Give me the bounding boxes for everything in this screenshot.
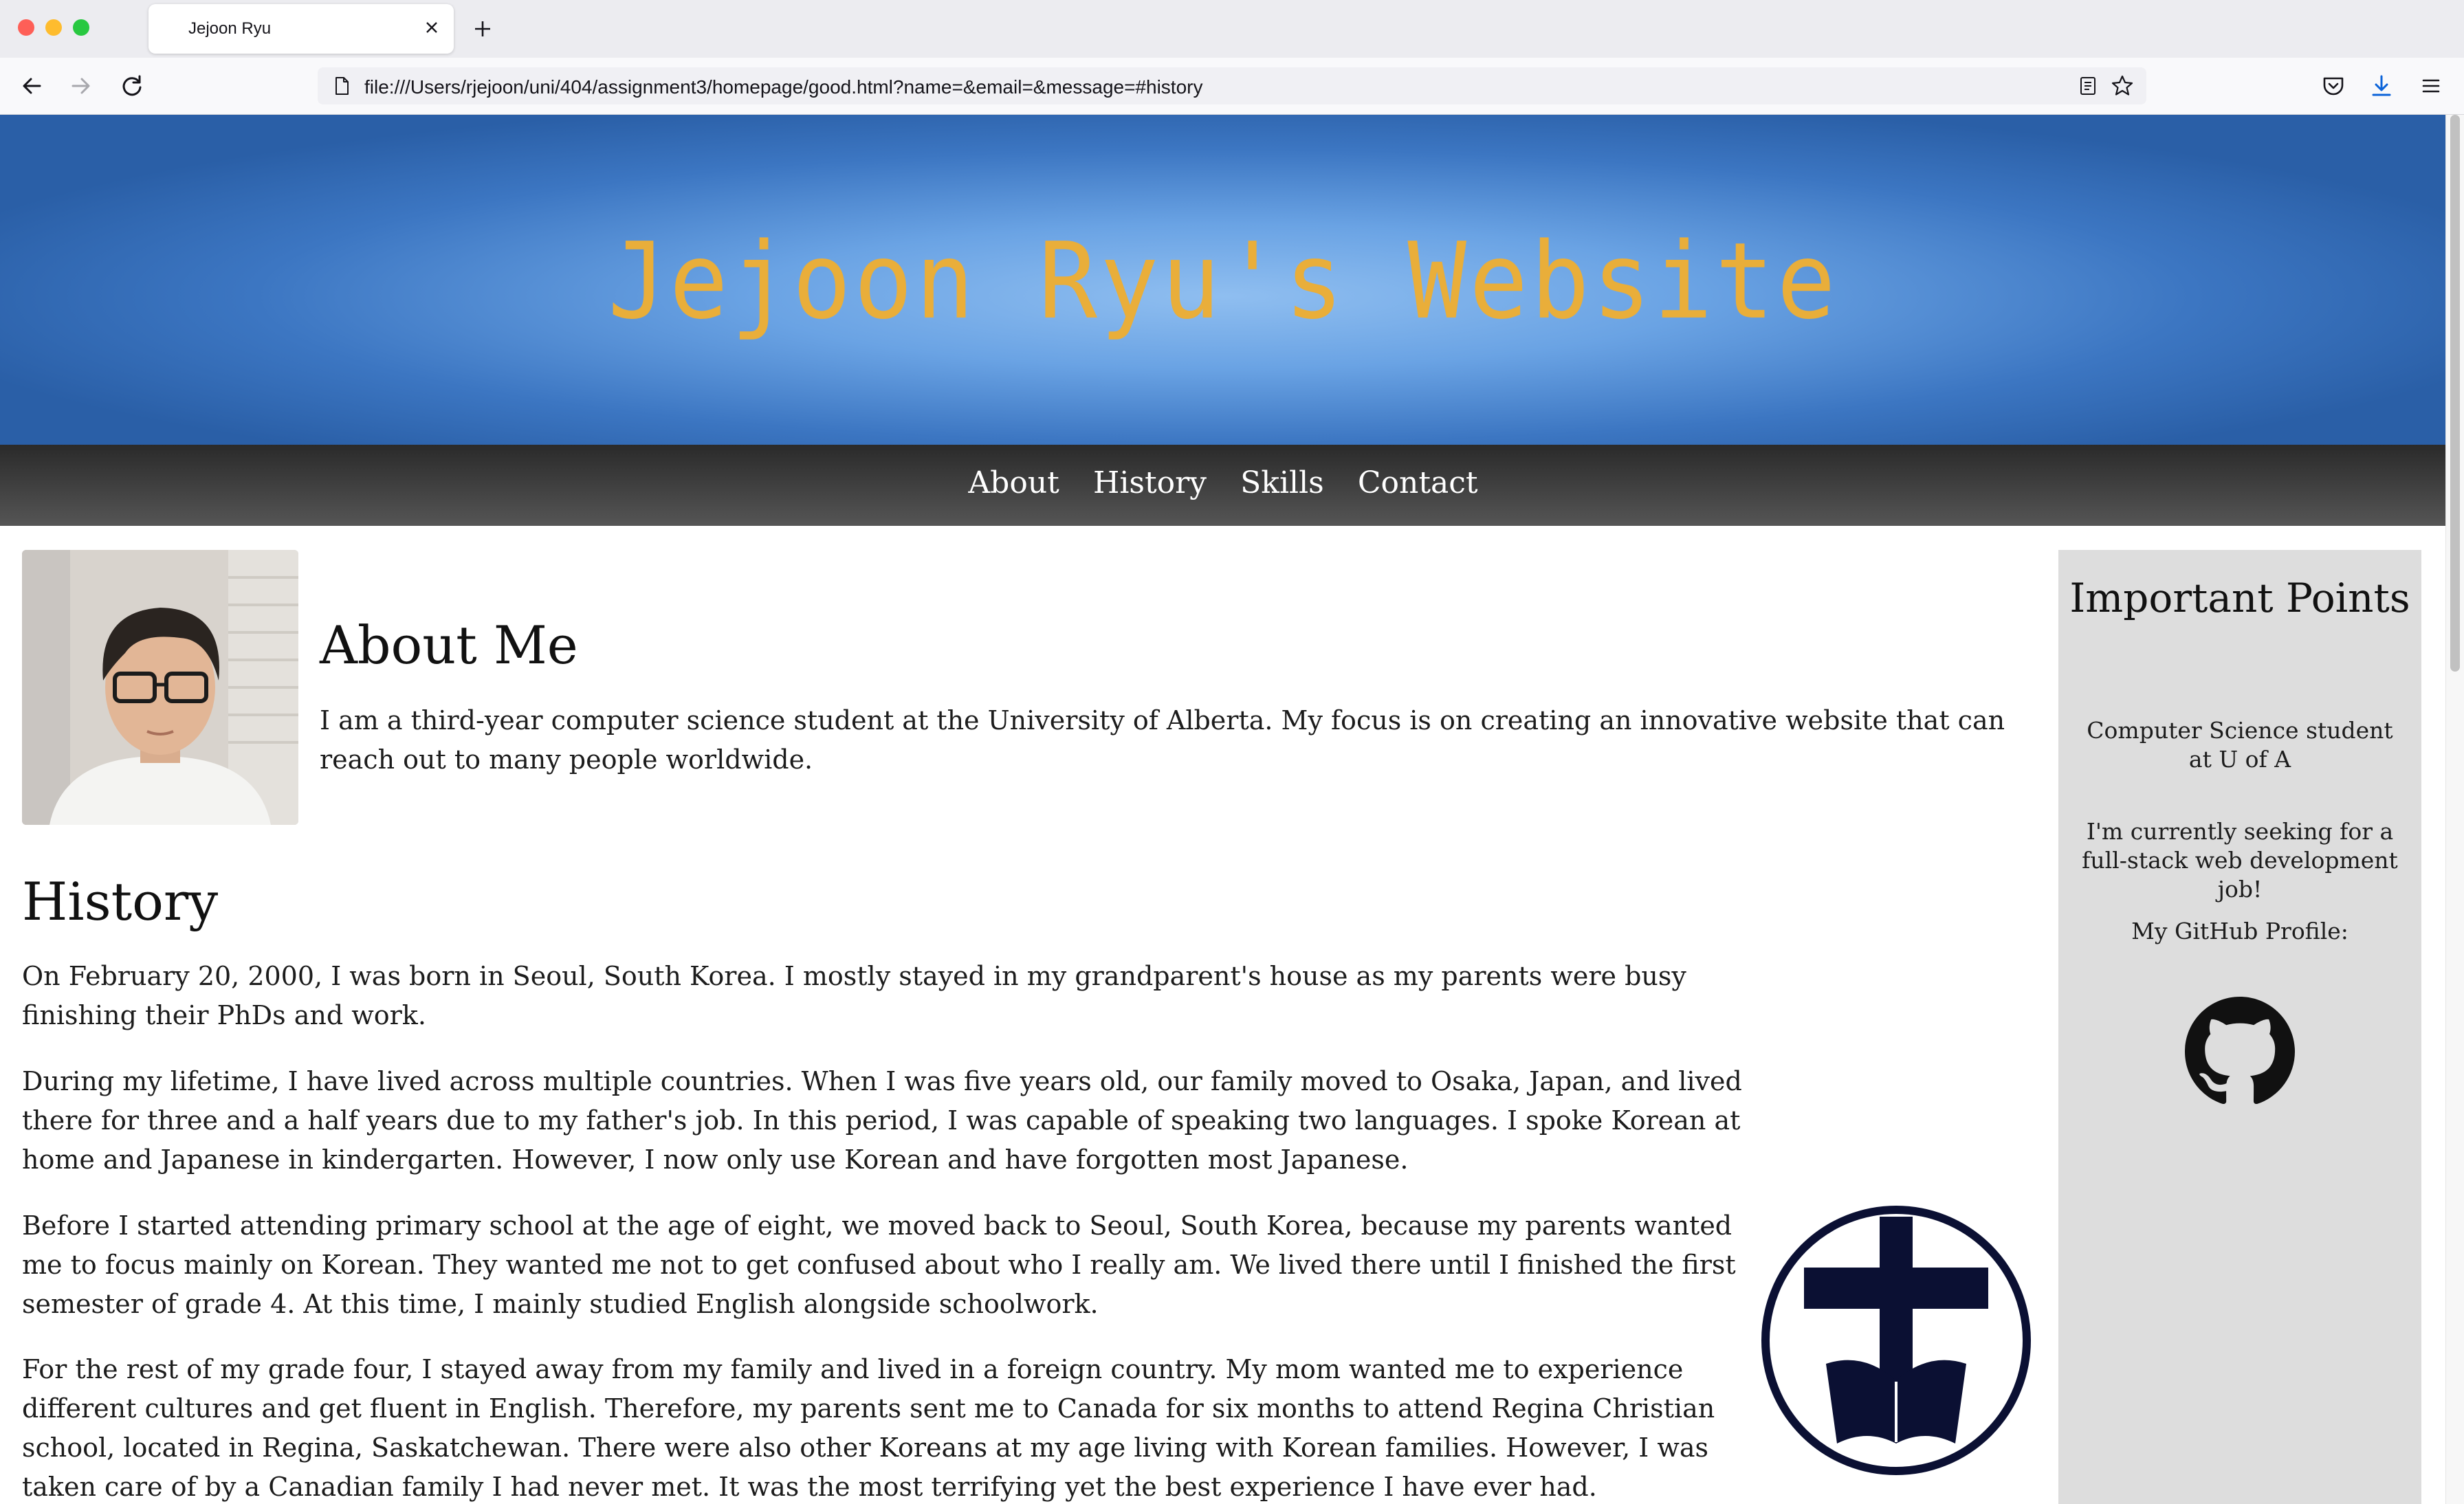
url-bar[interactable]: file:///Users/rjejoon/uni/404/assignment…: [318, 67, 2146, 104]
browser-tab-bar: Jejoon Ryu: [0, 0, 2464, 58]
site-header-banner: Jejoon Ryu's Website: [0, 115, 2446, 445]
back-arrow-icon[interactable]: [18, 72, 45, 100]
site-nav-bar: About History Skills Contact: [0, 445, 2446, 526]
window-maximize-button[interactable]: [73, 19, 89, 36]
browser-nav-bar: file:///Users/rjejoon/uni/404/assignment…: [0, 58, 2464, 115]
reload-icon[interactable]: [118, 72, 146, 100]
window-minimize-button[interactable]: [45, 19, 62, 36]
reader-view-icon[interactable]: [2078, 76, 2098, 96]
sidebar-point: Computer Science student at U of A: [2087, 717, 2393, 773]
profile-photo: [22, 550, 298, 825]
history-paragraph: For the rest of my grade four, I stayed …: [22, 1354, 1715, 1502]
history-paragraph: Before I started attending primary schoo…: [22, 1210, 1736, 1319]
sidebar-title: Important Points: [2069, 575, 2410, 621]
history-heading: History: [22, 871, 219, 932]
github-profile-label: My GitHub Profile:: [2131, 918, 2348, 944]
history-paragraph: During my lifetime, I have lived across …: [22, 1066, 1742, 1175]
sidebar-point: I'm currently seeking for a full-stack w…: [2082, 818, 2398, 903]
download-icon[interactable]: [2368, 72, 2395, 100]
page-viewport: Jejoon Ryu's Website About History Skill…: [0, 115, 2464, 1504]
history-paragraph: On February 20, 2000, I was born in Seou…: [22, 961, 1686, 1030]
scrollbar-thumb[interactable]: [2450, 115, 2460, 672]
school-logo-image: [1761, 1206, 2031, 1475]
page-scrollbar[interactable]: [2445, 115, 2464, 1504]
nav-link-contact[interactable]: Contact: [1358, 465, 1478, 500]
about-text: I am a third-year computer science stude…: [320, 705, 2005, 775]
window-close-button[interactable]: [18, 19, 34, 36]
browser-tab[interactable]: Jejoon Ryu: [148, 4, 454, 54]
close-icon[interactable]: [419, 15, 444, 40]
hamburger-menu-icon[interactable]: [2417, 72, 2445, 100]
nav-link-history[interactable]: History: [1093, 465, 1207, 500]
github-icon[interactable]: [2185, 997, 2295, 1107]
site-title: Jejoon Ryu's Website: [608, 220, 1838, 343]
url-text[interactable]: file:///Users/rjejoon/uni/404/assignment…: [364, 76, 1202, 98]
page-icon: [336, 77, 349, 95]
nav-link-skills[interactable]: Skills: [1240, 465, 1324, 500]
pocket-icon[interactable]: [2320, 72, 2347, 100]
nav-link-about[interactable]: About: [968, 465, 1059, 500]
tab-title: Jejoon Ryu: [188, 19, 272, 38]
important-points-sidebar: Important Points Computer Science studen…: [2058, 550, 2421, 1504]
bookmark-star-icon[interactable]: [2111, 74, 2134, 98]
about-heading: About Me: [320, 615, 578, 676]
new-tab-plus-icon[interactable]: [469, 15, 496, 43]
forward-arrow-icon[interactable]: [67, 72, 95, 100]
